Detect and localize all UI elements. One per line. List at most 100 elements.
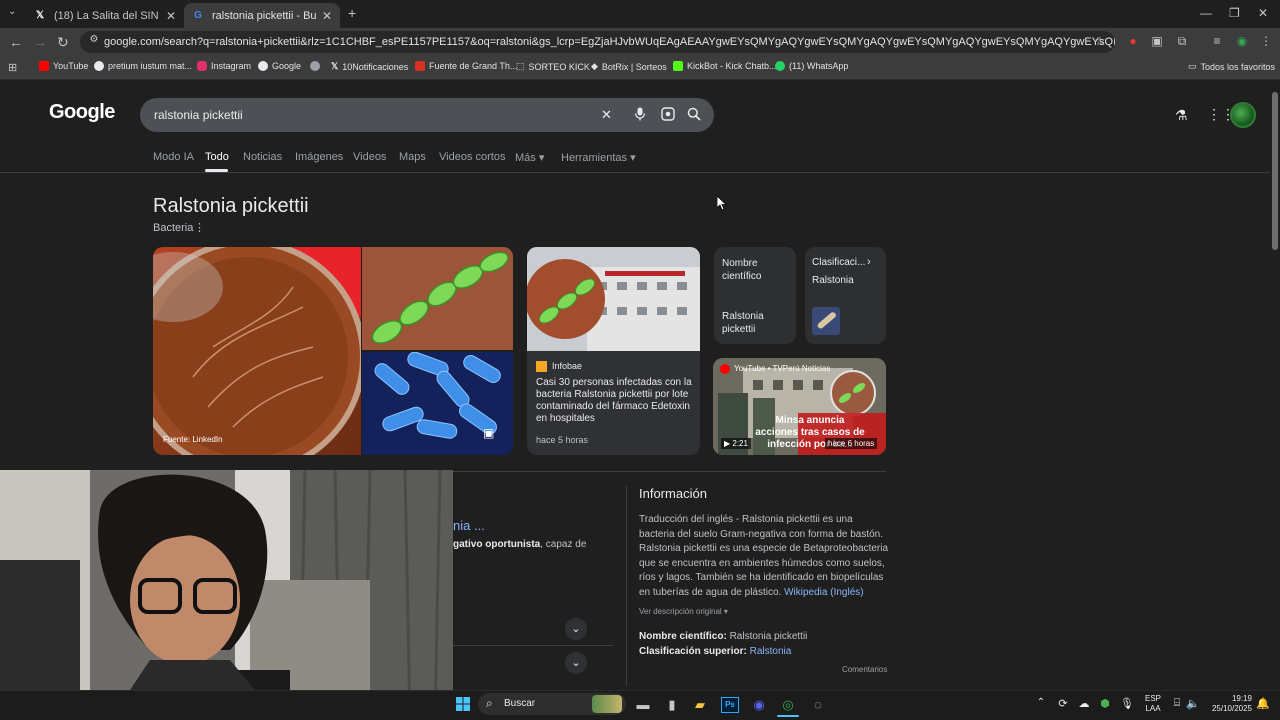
tab-title: ralstonia pickettii - Buscar con G — [212, 9, 316, 22]
petri-dish-image[interactable]: Fuente: LinkedIn — [153, 247, 361, 455]
new-tab-icon[interactable]: + — [348, 5, 356, 21]
menu-kebab-icon[interactable]: ⋮ — [1258, 34, 1274, 50]
expand-chevron-icon[interactable]: ⌄ — [565, 618, 587, 640]
bookmark-instagram[interactable]: Instagram — [197, 61, 251, 71]
bookmark-label: Google — [272, 61, 302, 71]
lens-camera-icon[interactable] — [661, 107, 675, 124]
close-tab-icon[interactable]: ✕ — [166, 9, 176, 23]
notifications-icon[interactable]: 🔔 — [1256, 697, 1270, 710]
close-tab-icon[interactable]: ✕ — [322, 9, 332, 23]
knowledge-panel-title: Ralstonia pickettii — [153, 195, 309, 217]
language-indicator[interactable]: ESP LAA — [1145, 694, 1161, 714]
close-window-icon[interactable]: ✕ — [1258, 6, 1268, 20]
windows-start-icon[interactable] — [455, 697, 471, 714]
field-label: Clasificación superior: — [639, 646, 747, 657]
expand-chevron-icon[interactable]: ⌄ — [565, 652, 587, 674]
tray-app-icon[interactable]: ⬢ — [1098, 697, 1112, 710]
tray-app-icon[interactable]: ⟳ — [1056, 697, 1070, 710]
tab-maps[interactable]: Maps — [399, 151, 426, 163]
apps-grid-icon[interactable]: ⊞ — [8, 61, 17, 74]
site-info-icon[interactable]: ⚙ — [86, 34, 102, 50]
file-explorer-icon[interactable]: ▰ — [692, 697, 708, 713]
clock[interactable]: 19:19 25/10/2025 — [1206, 694, 1252, 714]
profile-avatar-icon[interactable]: ◉ — [1234, 34, 1250, 50]
back-icon[interactable]: ← — [9, 34, 23, 50]
video-card[interactable]: YouTube • TVPerú Noticias Minsa anuncia … — [713, 358, 886, 455]
video-duration: ▶ 2:21 — [721, 438, 751, 449]
snippet-rest: , capaz de — [540, 539, 587, 550]
bookmark-pretium[interactable]: pretium iustum mat... — [94, 61, 192, 71]
restore-icon[interactable]: ❐ — [1229, 6, 1240, 20]
tray-chevron-icon[interactable]: ⌃ — [1035, 697, 1047, 708]
account-avatar[interactable] — [1230, 102, 1256, 128]
knowledge-panel-subtitle: Bacteria — [153, 222, 194, 234]
microphone-icon[interactable] — [634, 107, 646, 124]
search-input[interactable]: ralstonia pickettii — [140, 98, 714, 132]
app-icon[interactable]: ▮ — [664, 697, 680, 713]
scrollbar-thumb[interactable] — [1272, 92, 1278, 250]
bookmark-grand-theft[interactable]: Fuente de Grand Th... — [415, 61, 517, 71]
bookmark-google[interactable]: Google — [258, 61, 301, 71]
clear-search-icon[interactable]: ✕ — [601, 107, 612, 123]
tab-herramientas[interactable]: Herramientas ▾ — [561, 151, 636, 164]
reload-icon[interactable]: ↻ — [57, 34, 69, 51]
bookmark-unnamed[interactable] — [310, 61, 324, 71]
reading-list-icon[interactable]: ≡ — [1209, 34, 1225, 50]
bookmark-sorteo-kick[interactable]: ⬚ SORTEO KICK — [516, 61, 590, 72]
lang-code: ESP — [1145, 694, 1162, 703]
chevron-right-icon[interactable]: › — [867, 256, 871, 268]
google-logo[interactable]: Google — [49, 101, 115, 124]
news-thumbnail[interactable] — [527, 247, 700, 351]
bookmark-star-icon[interactable]: ☆ — [1092, 34, 1108, 50]
scientific-name-card[interactable]: Nombre científico Ralstonia pickettii — [714, 247, 796, 344]
comments-link[interactable]: Comentarios — [842, 665, 887, 674]
all-bookmarks-folder[interactable]: ▭ Todos los favoritos — [1188, 61, 1275, 72]
news-card[interactable]: Infobae Casi 30 personas infectadas con … — [527, 351, 700, 455]
tab-x-salita[interactable]: 𝕏 (18) La Salita del SIN 🇵🇪 en X: "D ✕ — [26, 3, 184, 28]
address-bar[interactable]: google.com/search?q=ralstonia+pickettii&… — [80, 31, 1115, 53]
webcam-overlay — [0, 470, 453, 720]
green-bacteria-image[interactable] — [362, 247, 513, 350]
extension-icon[interactable]: ▣ — [1149, 34, 1165, 50]
bookmark-notifications[interactable]: 𝕏 10Notificaciones — [331, 61, 408, 72]
taskbar-search[interactable]: ⌕ Buscar — [478, 693, 626, 715]
minimize-icon[interactable]: — — [1200, 6, 1212, 20]
bookmark-kickbot[interactable]: KickBot - Kick Chatb... — [673, 61, 777, 71]
search-icon[interactable] — [687, 107, 701, 124]
extensions-puzzle-icon[interactable]: ⧉ — [1174, 34, 1190, 50]
tab-videos-cortos[interactable]: Videos cortos — [439, 151, 505, 163]
tab-search-icon[interactable]: ⌄ — [8, 6, 16, 17]
video-time: hace 6 horas — [825, 438, 878, 449]
more-options-icon[interactable]: ⋮ — [194, 221, 205, 234]
onedrive-icon[interactable]: ☁ — [1077, 697, 1091, 710]
tab-noticias[interactable]: Noticias — [243, 151, 282, 163]
bookmark-youtube[interactable]: YouTube — [39, 61, 88, 71]
result-link[interactable]: nia ... — [453, 518, 485, 533]
app-icon[interactable]: ◌ — [810, 697, 826, 712]
microphone-icon[interactable]: 🎙 — [1120, 697, 1134, 710]
forward-icon[interactable]: → — [33, 34, 47, 50]
bookmark-whatsapp[interactable]: (11) WhatsApp — [775, 61, 848, 71]
bookmark-botrix[interactable]: ◆ BotRix | Sorteos — [591, 61, 667, 72]
photoshop-icon[interactable]: Ps — [721, 697, 739, 713]
wikipedia-link[interactable]: Wikipedia (Inglés) — [784, 587, 863, 598]
extension-icon[interactable]: ● — [1125, 34, 1141, 50]
tab-modo-ia[interactable]: Modo IA — [153, 151, 194, 163]
network-icon[interactable]: ⌸ — [1170, 697, 1184, 710]
blue-bacteria-image[interactable]: ▣ — [362, 352, 513, 455]
tab-google-search[interactable]: G ralstonia pickettii - Buscar con G ✕ — [184, 3, 340, 28]
volume-icon[interactable]: 🔈 — [1186, 697, 1200, 710]
google-icon — [258, 61, 268, 71]
view-original-toggle[interactable]: Ver descripción original ▾ — [639, 607, 728, 616]
chrome-icon[interactable]: ◎ — [780, 697, 796, 713]
labs-flask-icon[interactable]: ⚗ — [1175, 107, 1188, 124]
tab-videos[interactable]: Videos — [353, 151, 386, 163]
classification-card[interactable]: Clasificaci... › Ralstonia — [805, 247, 886, 344]
discord-icon[interactable]: ◉ — [751, 697, 767, 713]
gallery-icon[interactable]: ▣ — [483, 426, 494, 440]
classification-link[interactable]: Ralstonia — [750, 646, 792, 657]
tab-mas[interactable]: Más ▾ — [515, 151, 544, 164]
tab-imagenes[interactable]: Imágenes — [295, 151, 343, 163]
tab-todo[interactable]: Todo — [205, 151, 229, 163]
task-view-icon[interactable]: ▬ — [635, 697, 651, 712]
